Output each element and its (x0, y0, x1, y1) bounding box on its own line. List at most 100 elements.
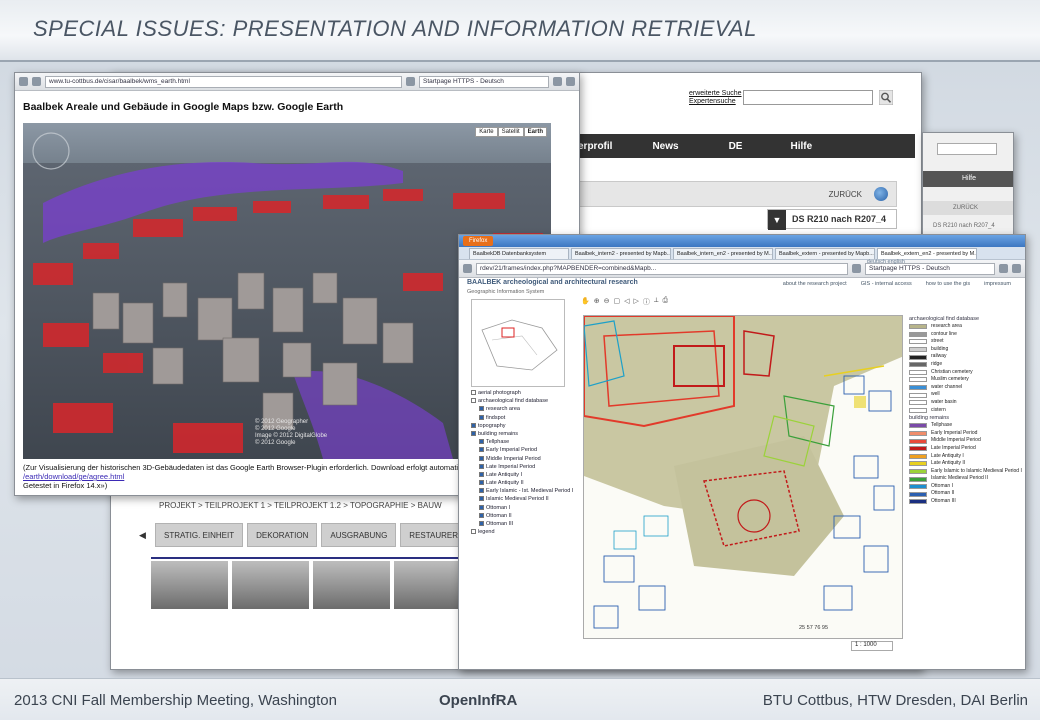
db2-back-button[interactable]: ZURÜCK (923, 201, 1013, 215)
map-type-karte[interactable]: Karte (475, 127, 498, 137)
layer-item[interactable]: Early Islamic - Ist. Medieval Period I (471, 487, 581, 495)
layer-checkbox[interactable] (471, 529, 476, 535)
browser-tab[interactable]: BaalbekDB Datenbanksystem (469, 248, 569, 259)
back-icon[interactable]: ◁ (624, 297, 629, 307)
layer-item[interactable]: Early Imperial Period (471, 446, 581, 454)
back-button[interactable]: ZURÜCK (829, 190, 862, 199)
layer-checkbox[interactable] (479, 414, 484, 420)
nav-item-help[interactable]: Hilfe (790, 141, 812, 152)
layer-item[interactable]: Late Antiquity I (471, 471, 581, 479)
bookmark-star-icon[interactable] (852, 264, 861, 273)
nav-item-news[interactable]: News (652, 141, 678, 152)
gis-url-bar[interactable]: rdev/21/frames/index.php?MAPBENDER=combi… (476, 262, 848, 275)
home-icon[interactable] (1012, 264, 1021, 273)
search-icon[interactable] (879, 90, 893, 105)
breadcrumb[interactable]: PROJEKT > TEILPROJEKT 1 > TEILPROJEKT 1.… (159, 501, 442, 510)
gis-map-canvas[interactable] (583, 315, 903, 639)
scale-select[interactable]: 1 : 1000 (851, 641, 893, 651)
browser-tab[interactable]: Baalbek_intern_en2 - presented by M... (673, 248, 773, 259)
firefox-menu-button[interactable]: Firefox (463, 236, 494, 246)
layer-item[interactable]: research area (471, 405, 581, 413)
layer-item[interactable]: Tellphase (471, 438, 581, 446)
db-search-input[interactable] (743, 90, 873, 105)
bookmark-star-icon[interactable] (406, 77, 415, 86)
legend-label: water basin (931, 398, 957, 405)
layer-checkbox[interactable] (479, 504, 484, 510)
menu-about[interactable]: about the research project (783, 281, 847, 287)
layer-checkbox[interactable] (479, 496, 484, 502)
layer-checkbox[interactable] (471, 390, 476, 396)
tab-dekoration[interactable]: DEKORATION (247, 523, 318, 547)
db2-help-nav[interactable]: Hilfe (923, 171, 1013, 187)
layer-checkbox[interactable] (479, 463, 484, 469)
legend-label: building (931, 345, 949, 352)
thumbnail-image[interactable] (232, 561, 309, 609)
url-bar[interactable]: www.tu-cottbus.de/cisar/baalbek/wms_eart… (45, 75, 402, 88)
layer-item[interactable]: findspot (471, 414, 581, 422)
layer-item[interactable]: Late Antiquity II (471, 479, 581, 487)
pan-icon[interactable]: ✋ (581, 297, 590, 307)
layer-item[interactable]: Islamic Medieval Period II (471, 495, 581, 503)
layer-checkbox[interactable] (471, 398, 476, 404)
expert-search-link[interactable]: Expertensuche (689, 98, 736, 105)
back-arrow-icon[interactable] (463, 264, 472, 273)
layer-label: Early Imperial Period (486, 447, 538, 454)
layer-checkbox[interactable] (479, 455, 484, 461)
zoom-in-icon[interactable]: ⊕ (594, 297, 600, 307)
layer-checkbox[interactable] (479, 439, 484, 445)
search-engine-box[interactable]: Startpage HTTPS - Deutsch (419, 75, 549, 88)
layer-item[interactable]: topography (471, 422, 581, 430)
download-icon[interactable] (553, 77, 562, 86)
legend-swatch (909, 347, 927, 353)
browser-tab-active[interactable]: Baalbek_extern_en2 - presented by M... (877, 248, 977, 259)
map-type-earth[interactable]: Earth (523, 127, 547, 137)
layer-item[interactable]: archaeological find database (471, 397, 581, 405)
layer-checkbox[interactable] (471, 422, 476, 428)
home-icon[interactable] (566, 77, 575, 86)
layer-item[interactable]: Ottoman III (471, 520, 581, 528)
layer-checkbox[interactable] (479, 512, 484, 518)
db2-search-input[interactable] (937, 143, 997, 155)
layer-item[interactable]: building remains (471, 430, 581, 438)
extended-search-link[interactable]: erweiterte Suche (689, 90, 742, 97)
layer-checkbox[interactable] (479, 488, 484, 494)
layer-item[interactable]: Ottoman I (471, 504, 581, 512)
measure-icon[interactable]: ⟂ (654, 297, 659, 307)
globe-icon[interactable] (874, 187, 888, 201)
gis-browser-toolbar: rdev/21/frames/index.php?MAPBENDER=combi… (459, 260, 1025, 278)
language-switcher[interactable]: deutsch english (867, 259, 905, 265)
layer-checkbox[interactable] (479, 521, 484, 527)
layer-item[interactable]: aerial photograph (471, 389, 581, 397)
browser-tab[interactable]: Baalbek_extern - presented by Mapb... (775, 248, 875, 259)
zoom-box-icon[interactable]: ▢ (613, 297, 620, 307)
layer-checkbox[interactable] (471, 430, 476, 436)
legend-swatch (909, 362, 927, 368)
zoom-out-icon[interactable]: ⊖ (604, 297, 610, 307)
collapse-triangle-icon[interactable]: ▼ (768, 210, 786, 230)
layer-item[interactable]: Late Imperial Period (471, 463, 581, 471)
back-arrow-icon[interactable] (19, 77, 28, 86)
layer-item[interactable]: legend (471, 528, 581, 536)
print-icon[interactable]: ⎙ (663, 297, 669, 307)
menu-how-to[interactable]: how to use the gis (926, 281, 970, 287)
layer-item[interactable]: Ottoman II (471, 512, 581, 520)
forward-icon[interactable]: ▷ (633, 297, 638, 307)
info-icon[interactable]: ⓘ (643, 297, 650, 307)
layer-checkbox[interactable] (479, 480, 484, 486)
layer-checkbox[interactable] (479, 447, 484, 453)
map-type-satellit[interactable]: Satellit (497, 127, 524, 137)
overview-map[interactable] (471, 299, 565, 387)
layer-checkbox[interactable] (479, 406, 484, 412)
menu-impressum[interactable]: impressum (984, 281, 1011, 287)
tab-left-arrow-icon[interactable]: ◀ (139, 523, 151, 547)
thumbnail-image[interactable] (151, 561, 228, 609)
layer-checkbox[interactable] (479, 471, 484, 477)
tab-ausgrabung[interactable]: AUSGRABUNG (321, 523, 397, 547)
thumbnail-image[interactable] (313, 561, 390, 609)
layer-item[interactable]: Middle Imperial Period (471, 455, 581, 463)
tab-stratig-einheit[interactable]: STRATIG. EINHEIT (155, 523, 244, 547)
nav-item-de[interactable]: DE (729, 141, 743, 152)
download-icon[interactable] (999, 264, 1008, 273)
menu-internal-access[interactable]: GIS - internal access (861, 281, 912, 287)
browser-tab[interactable]: Baalbek_intern2 - presented by Mapb... (571, 248, 671, 259)
